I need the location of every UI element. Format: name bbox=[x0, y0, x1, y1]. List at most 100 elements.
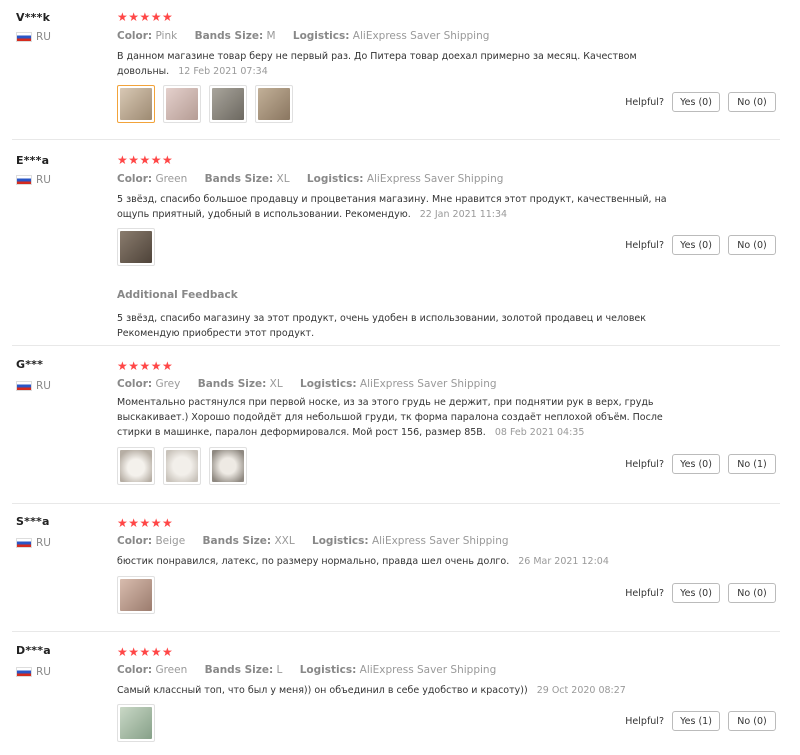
review-photo-thumb[interactable] bbox=[117, 704, 155, 742]
review-photos bbox=[117, 704, 155, 742]
reviewer-name: D***a bbox=[16, 644, 51, 657]
bands-size-value: XL bbox=[276, 173, 290, 185]
review-date: 26 Mar 2021 12:04 bbox=[518, 556, 609, 567]
logistics-label: Logistics: bbox=[299, 664, 357, 676]
russia-flag-icon bbox=[16, 175, 32, 185]
bands-size-value: XL bbox=[269, 378, 283, 390]
photo-image bbox=[120, 707, 152, 739]
review-body: Самый классный топ, что был у меня)) он … bbox=[117, 685, 528, 696]
review-photo-thumb[interactable] bbox=[117, 228, 155, 266]
photo-image bbox=[120, 88, 152, 120]
review-date: 29 Oct 2020 08:27 bbox=[536, 685, 626, 696]
review-attributes: Color: Green Bands Size: XL Logistics: A… bbox=[117, 173, 517, 185]
photo-image bbox=[120, 579, 152, 611]
bands-size-value: XXL bbox=[274, 535, 295, 547]
reviewer-country: RU bbox=[16, 380, 51, 392]
logistics-label: Logistics: bbox=[300, 378, 357, 390]
logistics-value: AliExpress Saver Shipping bbox=[359, 664, 497, 676]
review-body: 5 звёзд, спасибо большое продавцу и проц… bbox=[117, 194, 667, 220]
photo-image bbox=[212, 450, 244, 482]
color-value: Grey bbox=[155, 378, 181, 390]
review-photo-thumb[interactable] bbox=[163, 447, 201, 485]
bands-size-label: Bands Size: bbox=[204, 173, 274, 185]
reviewer-country: RU bbox=[16, 666, 51, 678]
helpful-yes-button[interactable]: Yes (0) bbox=[672, 235, 720, 255]
country-code: RU bbox=[36, 666, 51, 678]
review-text: бюстик понравился, латекс, по размеру но… bbox=[117, 554, 682, 569]
russia-flag-icon bbox=[16, 32, 32, 42]
helpful-voting: Helpful? Yes (0) No (1) bbox=[625, 454, 776, 474]
color-value: Green bbox=[155, 664, 188, 676]
review-photo-thumb[interactable] bbox=[209, 85, 247, 123]
review-date: 08 Feb 2021 04:35 bbox=[494, 427, 585, 438]
review-photos bbox=[117, 85, 293, 123]
helpful-yes-button[interactable]: Yes (0) bbox=[672, 454, 720, 474]
review-date: 12 Feb 2021 07:34 bbox=[178, 66, 268, 77]
photo-image bbox=[120, 450, 152, 482]
review-divider bbox=[12, 345, 780, 346]
helpful-voting: Helpful? Yes (1) No (0) bbox=[625, 711, 776, 731]
review-attributes: Color: Green Bands Size: L Logistics: Al… bbox=[117, 664, 510, 676]
review-photo-thumb[interactable] bbox=[117, 85, 155, 123]
photo-image bbox=[212, 88, 244, 120]
reviewer-country: RU bbox=[16, 174, 51, 186]
rating-stars: ★★★★★ bbox=[117, 359, 174, 373]
review-photo-thumb[interactable] bbox=[117, 576, 155, 614]
review-photos bbox=[117, 228, 155, 266]
photo-image bbox=[166, 88, 198, 120]
helpful-yes-button[interactable]: Yes (0) bbox=[672, 583, 720, 603]
helpful-label: Helpful? bbox=[625, 96, 664, 108]
review-photo-thumb[interactable] bbox=[209, 447, 247, 485]
russia-flag-icon bbox=[16, 538, 32, 548]
helpful-label: Helpful? bbox=[625, 587, 664, 599]
color-value: Green bbox=[155, 173, 188, 185]
helpful-no-button[interactable]: No (0) bbox=[728, 235, 776, 255]
rating-stars: ★★★★★ bbox=[117, 516, 174, 530]
rating-stars: ★★★★★ bbox=[117, 10, 174, 24]
helpful-voting: Helpful? Yes (0) No (0) bbox=[625, 583, 776, 603]
review-text: Самый классный топ, что был у меня)) он … bbox=[117, 683, 682, 698]
country-code: RU bbox=[36, 537, 51, 549]
helpful-label: Helpful? bbox=[625, 458, 664, 470]
helpful-voting: Helpful? Yes (0) No (0) bbox=[625, 235, 776, 255]
color-label: Color: bbox=[117, 173, 153, 185]
review-photos bbox=[117, 576, 155, 614]
helpful-no-button[interactable]: No (0) bbox=[728, 92, 776, 112]
country-code: RU bbox=[36, 380, 51, 392]
russia-flag-icon bbox=[16, 381, 32, 391]
reviewer-name: G*** bbox=[16, 358, 44, 371]
helpful-label: Helpful? bbox=[625, 715, 664, 727]
review-photo-thumb[interactable] bbox=[163, 85, 201, 123]
helpful-no-button[interactable]: No (0) bbox=[728, 583, 776, 603]
helpful-no-button[interactable]: No (0) bbox=[728, 711, 776, 731]
review-text: 5 звёзд, спасибо большое продавцу и проц… bbox=[117, 192, 682, 222]
helpful-yes-button[interactable]: Yes (0) bbox=[672, 92, 720, 112]
logistics-label: Logistics: bbox=[306, 173, 364, 185]
review-text: В данном магазине товар беру не первый р… bbox=[117, 49, 682, 79]
logistics-value: AliExpress Saver Shipping bbox=[352, 30, 490, 42]
rating-stars: ★★★★★ bbox=[117, 645, 174, 659]
review-divider bbox=[12, 503, 780, 504]
reviewer-name: E***a bbox=[16, 154, 50, 167]
bands-size-value: L bbox=[276, 664, 283, 676]
bands-size-value: M bbox=[266, 30, 276, 42]
color-value: Pink bbox=[155, 30, 178, 42]
reviewer-country: RU bbox=[16, 537, 51, 549]
review-date: 22 Jan 2021 11:34 bbox=[419, 209, 508, 220]
reviewer-name: S***a bbox=[16, 515, 50, 528]
review-photo-thumb[interactable] bbox=[117, 447, 155, 485]
helpful-yes-button[interactable]: Yes (1) bbox=[672, 711, 720, 731]
bands-size-label: Bands Size: bbox=[204, 664, 274, 676]
review-attributes: Color: Pink Bands Size: M Logistics: Ali… bbox=[117, 30, 503, 42]
additional-feedback-text: 5 звёзд, спасибо магазину за этот продук… bbox=[117, 313, 647, 339]
country-code: RU bbox=[36, 174, 51, 186]
reviewer-name: V***k bbox=[16, 11, 51, 24]
country-code: RU bbox=[36, 31, 51, 43]
additional-feedback-heading: Additional Feedback bbox=[117, 289, 238, 301]
review-attributes: Color: Grey Bands Size: XL Logistics: Al… bbox=[117, 378, 511, 390]
helpful-no-button[interactable]: No (1) bbox=[728, 454, 776, 474]
review-photo-thumb[interactable] bbox=[255, 85, 293, 123]
logistics-value: AliExpress Saver Shipping bbox=[371, 535, 509, 547]
bands-size-label: Bands Size: bbox=[202, 535, 272, 547]
russia-flag-icon bbox=[16, 667, 32, 677]
